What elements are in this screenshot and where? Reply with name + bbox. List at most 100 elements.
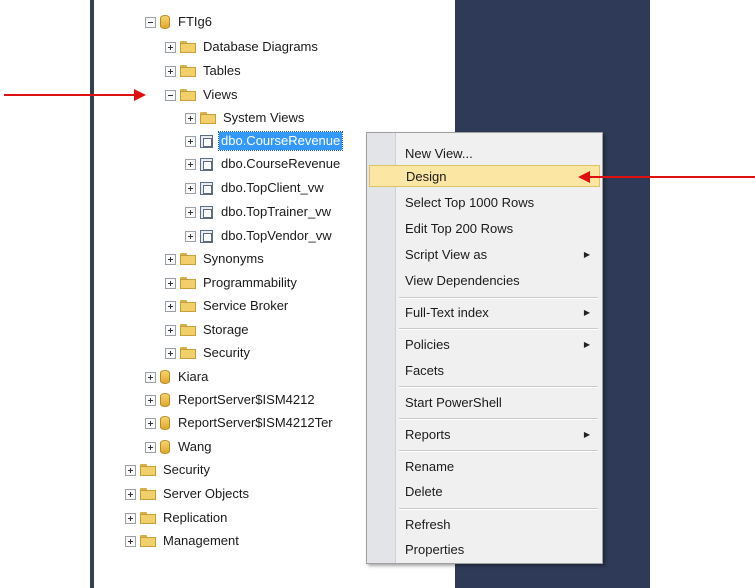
expand-icon[interactable] <box>185 230 196 242</box>
folder-icon <box>180 89 196 101</box>
tree-node-view-top-vendor[interactable]: dbo.TopVendor_vw <box>185 226 334 246</box>
menu-item-label: Full-Text index <box>405 304 489 320</box>
tree-node-db-security[interactable]: Security <box>165 343 252 363</box>
expand-icon[interactable] <box>165 277 176 289</box>
menu-item-reports[interactable]: Reports ▶ <box>369 423 600 445</box>
tree-node-view-course-revenue-selected[interactable]: dbo.CourseRevenue <box>185 131 344 151</box>
tree-node-server-objects[interactable]: Server Objects <box>125 484 251 504</box>
menu-item-label: Policies <box>405 336 450 352</box>
view-icon <box>200 134 213 148</box>
tree-node-label: dbo.CourseRevenue <box>217 131 344 151</box>
menu-item-delete[interactable]: Delete <box>369 480 600 502</box>
tree-node-database-reportserver-temp[interactable]: ReportServer$ISM4212Ter <box>145 413 335 433</box>
expand-icon[interactable] <box>125 488 136 500</box>
database-icon <box>160 15 170 29</box>
expand-icon[interactable] <box>165 253 176 265</box>
tree-node-label: Storage <box>203 322 249 337</box>
folder-icon <box>140 512 156 524</box>
tree-node-tables[interactable]: Tables <box>165 61 243 81</box>
tree-node-label: dbo.TopTrainer_vw <box>221 204 332 219</box>
menu-item-label: Design <box>406 168 447 184</box>
tree-node-database-reportserver[interactable]: ReportServer$ISM4212 <box>145 390 317 410</box>
menu-item-script-view-as[interactable]: Script View as ▶ <box>369 243 600 265</box>
menu-item-label: Rename <box>405 458 455 474</box>
tree-node-database-wang[interactable]: Wang <box>145 437 213 457</box>
annotation-arrow-left-icon <box>578 171 755 183</box>
tree-node-view-top-client[interactable]: dbo.TopClient_vw <box>185 178 326 198</box>
database-icon <box>160 393 170 407</box>
tree-node-label: Management <box>163 533 239 548</box>
expand-icon[interactable] <box>185 135 196 147</box>
expand-icon[interactable] <box>145 394 156 406</box>
tree-node-label: Replication <box>163 510 228 525</box>
tree-node-label: Security <box>203 345 250 360</box>
tree-node-system-views[interactable]: System Views <box>185 108 306 128</box>
expand-icon[interactable] <box>125 464 136 476</box>
menu-item-select-top-1000[interactable]: Select Top 1000 Rows <box>369 191 600 213</box>
submenu-arrow-icon: ▶ <box>583 249 590 259</box>
expand-icon[interactable] <box>185 112 196 124</box>
tree-node-label: ReportServer$ISM4212 <box>178 392 315 407</box>
context-menu: New View... Design Select Top 1000 Rows … <box>366 132 603 564</box>
menu-separator <box>399 418 598 420</box>
tree-node-database-diagrams[interactable]: Database Diagrams <box>165 37 320 57</box>
menu-item-view-dependencies[interactable]: View Dependencies <box>369 269 600 291</box>
tree-node-storage[interactable]: Storage <box>165 320 251 340</box>
menu-item-full-text-index[interactable]: Full-Text index ▶ <box>369 301 600 323</box>
menu-item-label: Delete <box>405 483 443 499</box>
expand-icon[interactable] <box>185 206 196 218</box>
tree-node-database-kiara[interactable]: Kiara <box>145 367 210 387</box>
tree-node-views[interactable]: Views <box>165 85 239 105</box>
tree-node-label: Security <box>163 462 210 477</box>
menu-item-rename[interactable]: Rename <box>369 455 600 477</box>
tree-node-service-broker[interactable]: Service Broker <box>165 296 290 316</box>
tree-node-database-ftig6[interactable]: FTIg6 <box>145 12 214 32</box>
menu-item-start-powershell[interactable]: Start PowerShell <box>369 391 600 413</box>
expand-icon[interactable] <box>165 347 176 359</box>
menu-item-facets[interactable]: Facets <box>369 359 600 381</box>
folder-icon <box>180 324 196 336</box>
expand-icon[interactable] <box>145 441 156 453</box>
tree-node-server-security[interactable]: Security <box>125 460 212 480</box>
expand-icon[interactable] <box>165 65 176 77</box>
tree-node-label: Service Broker <box>203 298 289 313</box>
database-icon <box>160 440 170 454</box>
collapse-icon[interactable] <box>145 16 156 28</box>
expand-icon[interactable] <box>185 182 196 194</box>
expand-icon[interactable] <box>145 417 156 429</box>
menu-item-label: Reports <box>405 426 451 442</box>
folder-icon <box>200 112 216 124</box>
expand-icon[interactable] <box>125 512 136 524</box>
collapse-icon[interactable] <box>165 89 176 101</box>
expand-icon[interactable] <box>145 371 156 383</box>
expand-icon[interactable] <box>165 324 176 336</box>
tree-node-view-top-trainer[interactable]: dbo.TopTrainer_vw <box>185 202 333 222</box>
expand-icon[interactable] <box>185 158 196 170</box>
tree-node-management[interactable]: Management <box>125 531 241 551</box>
expand-icon[interactable] <box>165 41 176 53</box>
menu-item-policies[interactable]: Policies ▶ <box>369 333 600 355</box>
view-icon <box>200 181 213 195</box>
expand-icon[interactable] <box>165 300 176 312</box>
menu-item-new-view[interactable]: New View... <box>369 142 600 164</box>
tree-node-view-course-revenue[interactable]: dbo.CourseRevenue <box>185 154 342 174</box>
tree-node-label: FTIg6 <box>178 14 212 29</box>
tree-node-label: Database Diagrams <box>203 39 318 54</box>
menu-item-label: View Dependencies <box>405 272 520 288</box>
expand-icon[interactable] <box>125 535 136 547</box>
folder-icon <box>140 488 156 500</box>
menu-item-properties[interactable]: Properties <box>369 538 600 560</box>
submenu-arrow-icon: ▶ <box>583 339 590 349</box>
menu-item-refresh[interactable]: Refresh <box>369 513 600 535</box>
tree-node-label: dbo.TopVendor_vw <box>221 228 332 243</box>
tree-node-synonyms[interactable]: Synonyms <box>165 249 266 269</box>
menu-item-label: Script View as <box>405 246 488 262</box>
menu-item-design[interactable]: Design <box>369 165 600 187</box>
tree-node-replication[interactable]: Replication <box>125 508 229 528</box>
view-icon <box>200 229 213 243</box>
menu-item-edit-top-200[interactable]: Edit Top 200 Rows <box>369 217 600 239</box>
database-icon <box>160 370 170 384</box>
menu-separator <box>399 328 598 330</box>
menu-separator <box>399 508 598 510</box>
tree-node-programmability[interactable]: Programmability <box>165 273 299 293</box>
